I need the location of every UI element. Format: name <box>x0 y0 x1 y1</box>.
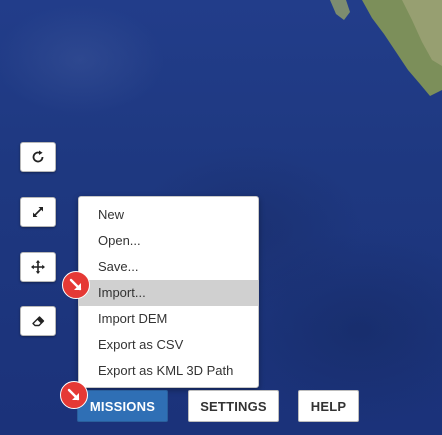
refresh-button[interactable] <box>20 142 56 172</box>
move-button[interactable] <box>20 252 56 282</box>
menu-item-export-kml[interactable]: Export as KML 3D Path <box>79 358 258 384</box>
menu-item-import[interactable]: Import... <box>79 280 258 306</box>
menu-item-open[interactable]: Open... <box>79 228 258 254</box>
expand-button[interactable] <box>20 197 56 227</box>
pointer-marker-icon <box>62 271 90 299</box>
menu-item-export-csv[interactable]: Export as CSV <box>79 332 258 358</box>
expand-icon <box>33 207 43 217</box>
menu-item-import-dem[interactable]: Import DEM <box>79 306 258 332</box>
help-button[interactable]: HELP <box>298 390 359 422</box>
eraser-icon <box>32 316 45 327</box>
pointer-marker-icon <box>60 381 88 409</box>
missions-dropdown-menu: New Open... Save... Import... Import DEM… <box>78 196 259 388</box>
landmass <box>330 0 442 96</box>
refresh-icon <box>32 150 44 163</box>
settings-button[interactable]: SETTINGS <box>188 390 279 422</box>
eraser-button[interactable] <box>20 306 56 336</box>
menu-item-save[interactable]: Save... <box>79 254 258 280</box>
move-icon <box>31 260 45 274</box>
menu-item-new[interactable]: New <box>79 202 258 228</box>
missions-button[interactable]: MISSIONS <box>77 390 168 422</box>
